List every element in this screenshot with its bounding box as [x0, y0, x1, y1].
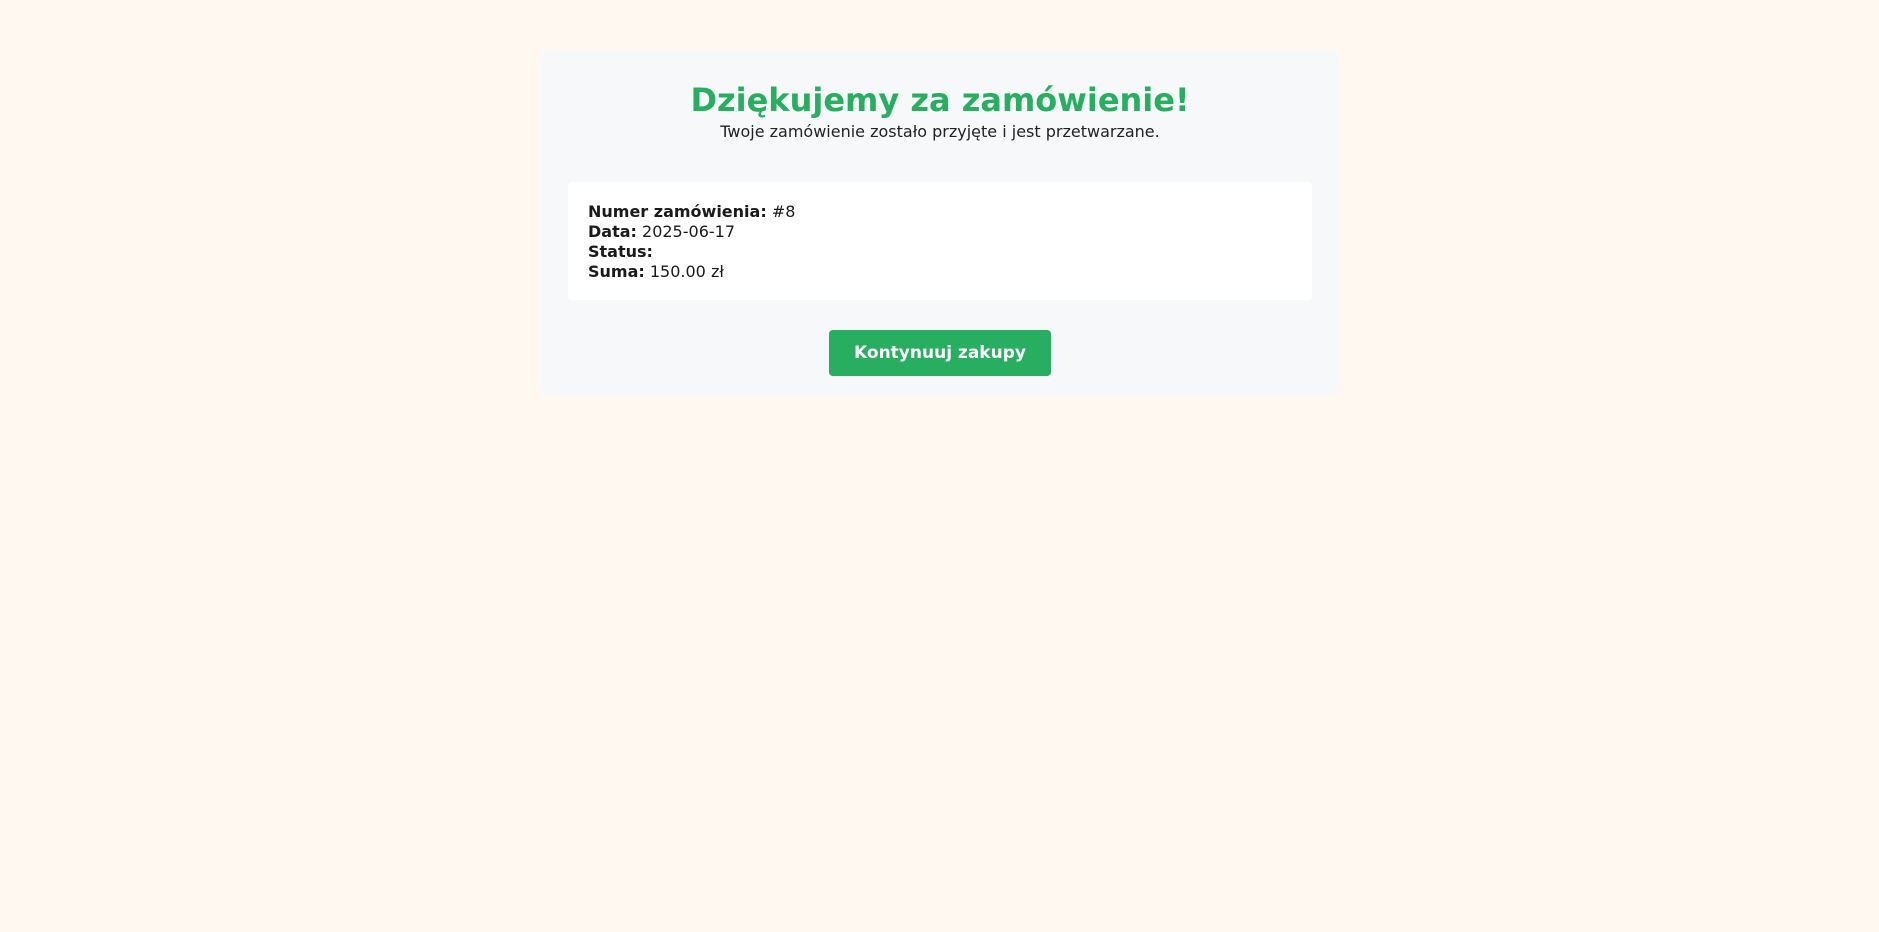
actions: Kontynuuj zakupy: [568, 330, 1312, 376]
order-status-label: Status:: [588, 242, 653, 261]
continue-shopping-button[interactable]: Kontynuuj zakupy: [829, 330, 1051, 376]
order-number-value: #8: [771, 202, 796, 221]
order-total-row: Suma: 150.00 zł: [588, 262, 1292, 282]
page-title: Dziękujemy za zamówienie!: [690, 81, 1190, 119]
order-date-row: Data: 2025-06-17: [588, 222, 1292, 242]
order-number-label: Numer zamówienia:: [588, 202, 767, 221]
order-number-row: Numer zamówienia: #8: [588, 202, 1292, 222]
order-date-label: Data:: [588, 222, 637, 241]
confirmation-message: Twoje zamówienie zostało przyjęte i jest…: [720, 122, 1160, 141]
order-date-value: 2025-06-17: [642, 222, 735, 241]
order-confirmation-card: Dziękujemy za zamówienie! Twoje zamówien…: [540, 50, 1340, 396]
order-status-row: Status:: [588, 242, 1292, 262]
order-details: Numer zamówienia: #8 Data: 2025-06-17 St…: [568, 182, 1312, 300]
order-total-value: 150.00 zł: [649, 262, 724, 281]
order-total-label: Suma:: [588, 262, 645, 281]
